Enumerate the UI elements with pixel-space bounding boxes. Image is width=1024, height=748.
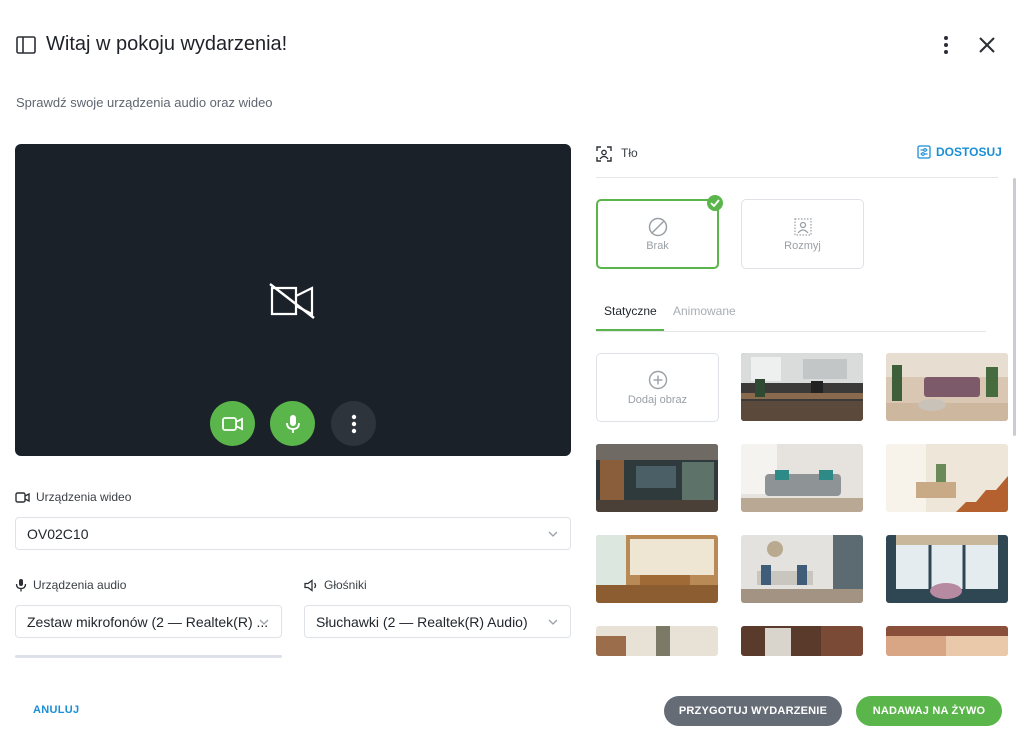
chevron-down-icon (548, 531, 558, 537)
audio-device-value: Zestaw mikrofonów (2 — Realtek(R) ... (27, 613, 269, 630)
microphone-toggle-button[interactable] (270, 401, 315, 446)
tab-animated[interactable]: Animowane (673, 304, 736, 318)
background-thumbnail-sofa[interactable] (741, 444, 863, 512)
background-option-none-label: Brak (646, 239, 669, 252)
selected-check-icon (707, 195, 723, 211)
background-thumbnail-japanese-room[interactable] (596, 535, 718, 603)
adjust-label: DOSTOSUJ (936, 145, 1002, 159)
camera-toggle-button[interactable] (210, 401, 255, 446)
background-scrollbar[interactable] (1013, 178, 1016, 436)
tab-static[interactable]: Statyczne (604, 304, 657, 318)
cancel-button[interactable]: ANULUJ (33, 704, 79, 716)
divider (596, 177, 998, 178)
background-thumbnail-dining[interactable] (741, 535, 863, 603)
background-thumbnail-office[interactable] (741, 353, 863, 421)
background-label: Tło (621, 146, 638, 160)
tabs-divider (596, 331, 986, 332)
adjust-settings-icon (917, 145, 931, 159)
speakers-label-text: Głośniki (324, 578, 367, 592)
background-thumbnail-window[interactable] (886, 535, 1008, 603)
speakers-label: Głośniki (304, 578, 367, 592)
prepare-event-button[interactable]: PRZYGOTUJ WYDARZENIE (664, 696, 842, 726)
go-live-button[interactable]: NADAWAJ NA ŻYWO (856, 696, 1002, 726)
microphone-icon (285, 414, 300, 433)
video-devices-label: Urządzenia wideo (15, 490, 131, 504)
preview-more-button[interactable] (331, 401, 376, 446)
speakers-device-select[interactable]: Słuchawki (2 — Realtek(R) Audio) (304, 605, 571, 638)
background-thumbnail-stairs[interactable] (886, 444, 1008, 512)
camera-off-icon (269, 283, 315, 319)
sidebar-panel-icon[interactable] (16, 36, 36, 54)
blur-background-icon (793, 217, 812, 236)
audio-device-select[interactable]: Zestaw mikrofonów (2 — Realtek(R) ... (15, 605, 282, 638)
speaker-icon (304, 578, 317, 592)
background-option-blur-label: Rozmyj (784, 239, 821, 252)
add-image-button[interactable]: Dodaj obraz (596, 353, 719, 422)
background-effects-icon (596, 146, 612, 162)
background-option-blur[interactable]: Rozmyj (741, 199, 864, 269)
chevron-down-icon (548, 619, 558, 625)
video-camera-icon (15, 491, 30, 503)
plus-circle-icon (648, 370, 667, 389)
audio-devices-label: Urządzenia audio (15, 578, 126, 592)
page-title: Witaj w pokoju wydarzenia! (46, 33, 288, 55)
adjust-button[interactable]: DOSTOSUJ (917, 145, 1002, 159)
microphone-level-meter (15, 655, 282, 658)
background-thumbnail-living-room[interactable] (886, 353, 1008, 421)
page-subtitle: Sprawdź swoje urządzenia audio oraz wide… (16, 95, 273, 110)
background-thumbnail-cafe[interactable] (596, 444, 718, 512)
camera-icon (221, 416, 243, 431)
no-background-icon (648, 217, 667, 236)
video-device-select[interactable]: OV02C10 (15, 517, 571, 550)
background-option-none[interactable]: Brak (596, 199, 719, 269)
audio-devices-label-text: Urządzenia audio (33, 578, 127, 592)
more-options-icon[interactable] (936, 34, 956, 56)
active-tab-indicator (596, 329, 664, 331)
background-thumbnail-sunset[interactable] (886, 626, 1008, 656)
speakers-device-value: Słuchawki (2 — Realtek(R) Audio) (316, 613, 528, 630)
more-vertical-icon (351, 414, 356, 433)
video-devices-label-text: Urządzenia wideo (36, 490, 132, 504)
background-thumbnail-shelves[interactable] (741, 626, 863, 656)
add-image-label: Dodaj obraz (627, 393, 688, 406)
background-thumbnail-curtains[interactable] (596, 626, 718, 656)
microphone-outline-icon (15, 579, 27, 592)
video-device-value: OV02C10 (27, 525, 89, 542)
close-icon[interactable] (976, 34, 998, 56)
chevron-down-icon (259, 619, 269, 625)
